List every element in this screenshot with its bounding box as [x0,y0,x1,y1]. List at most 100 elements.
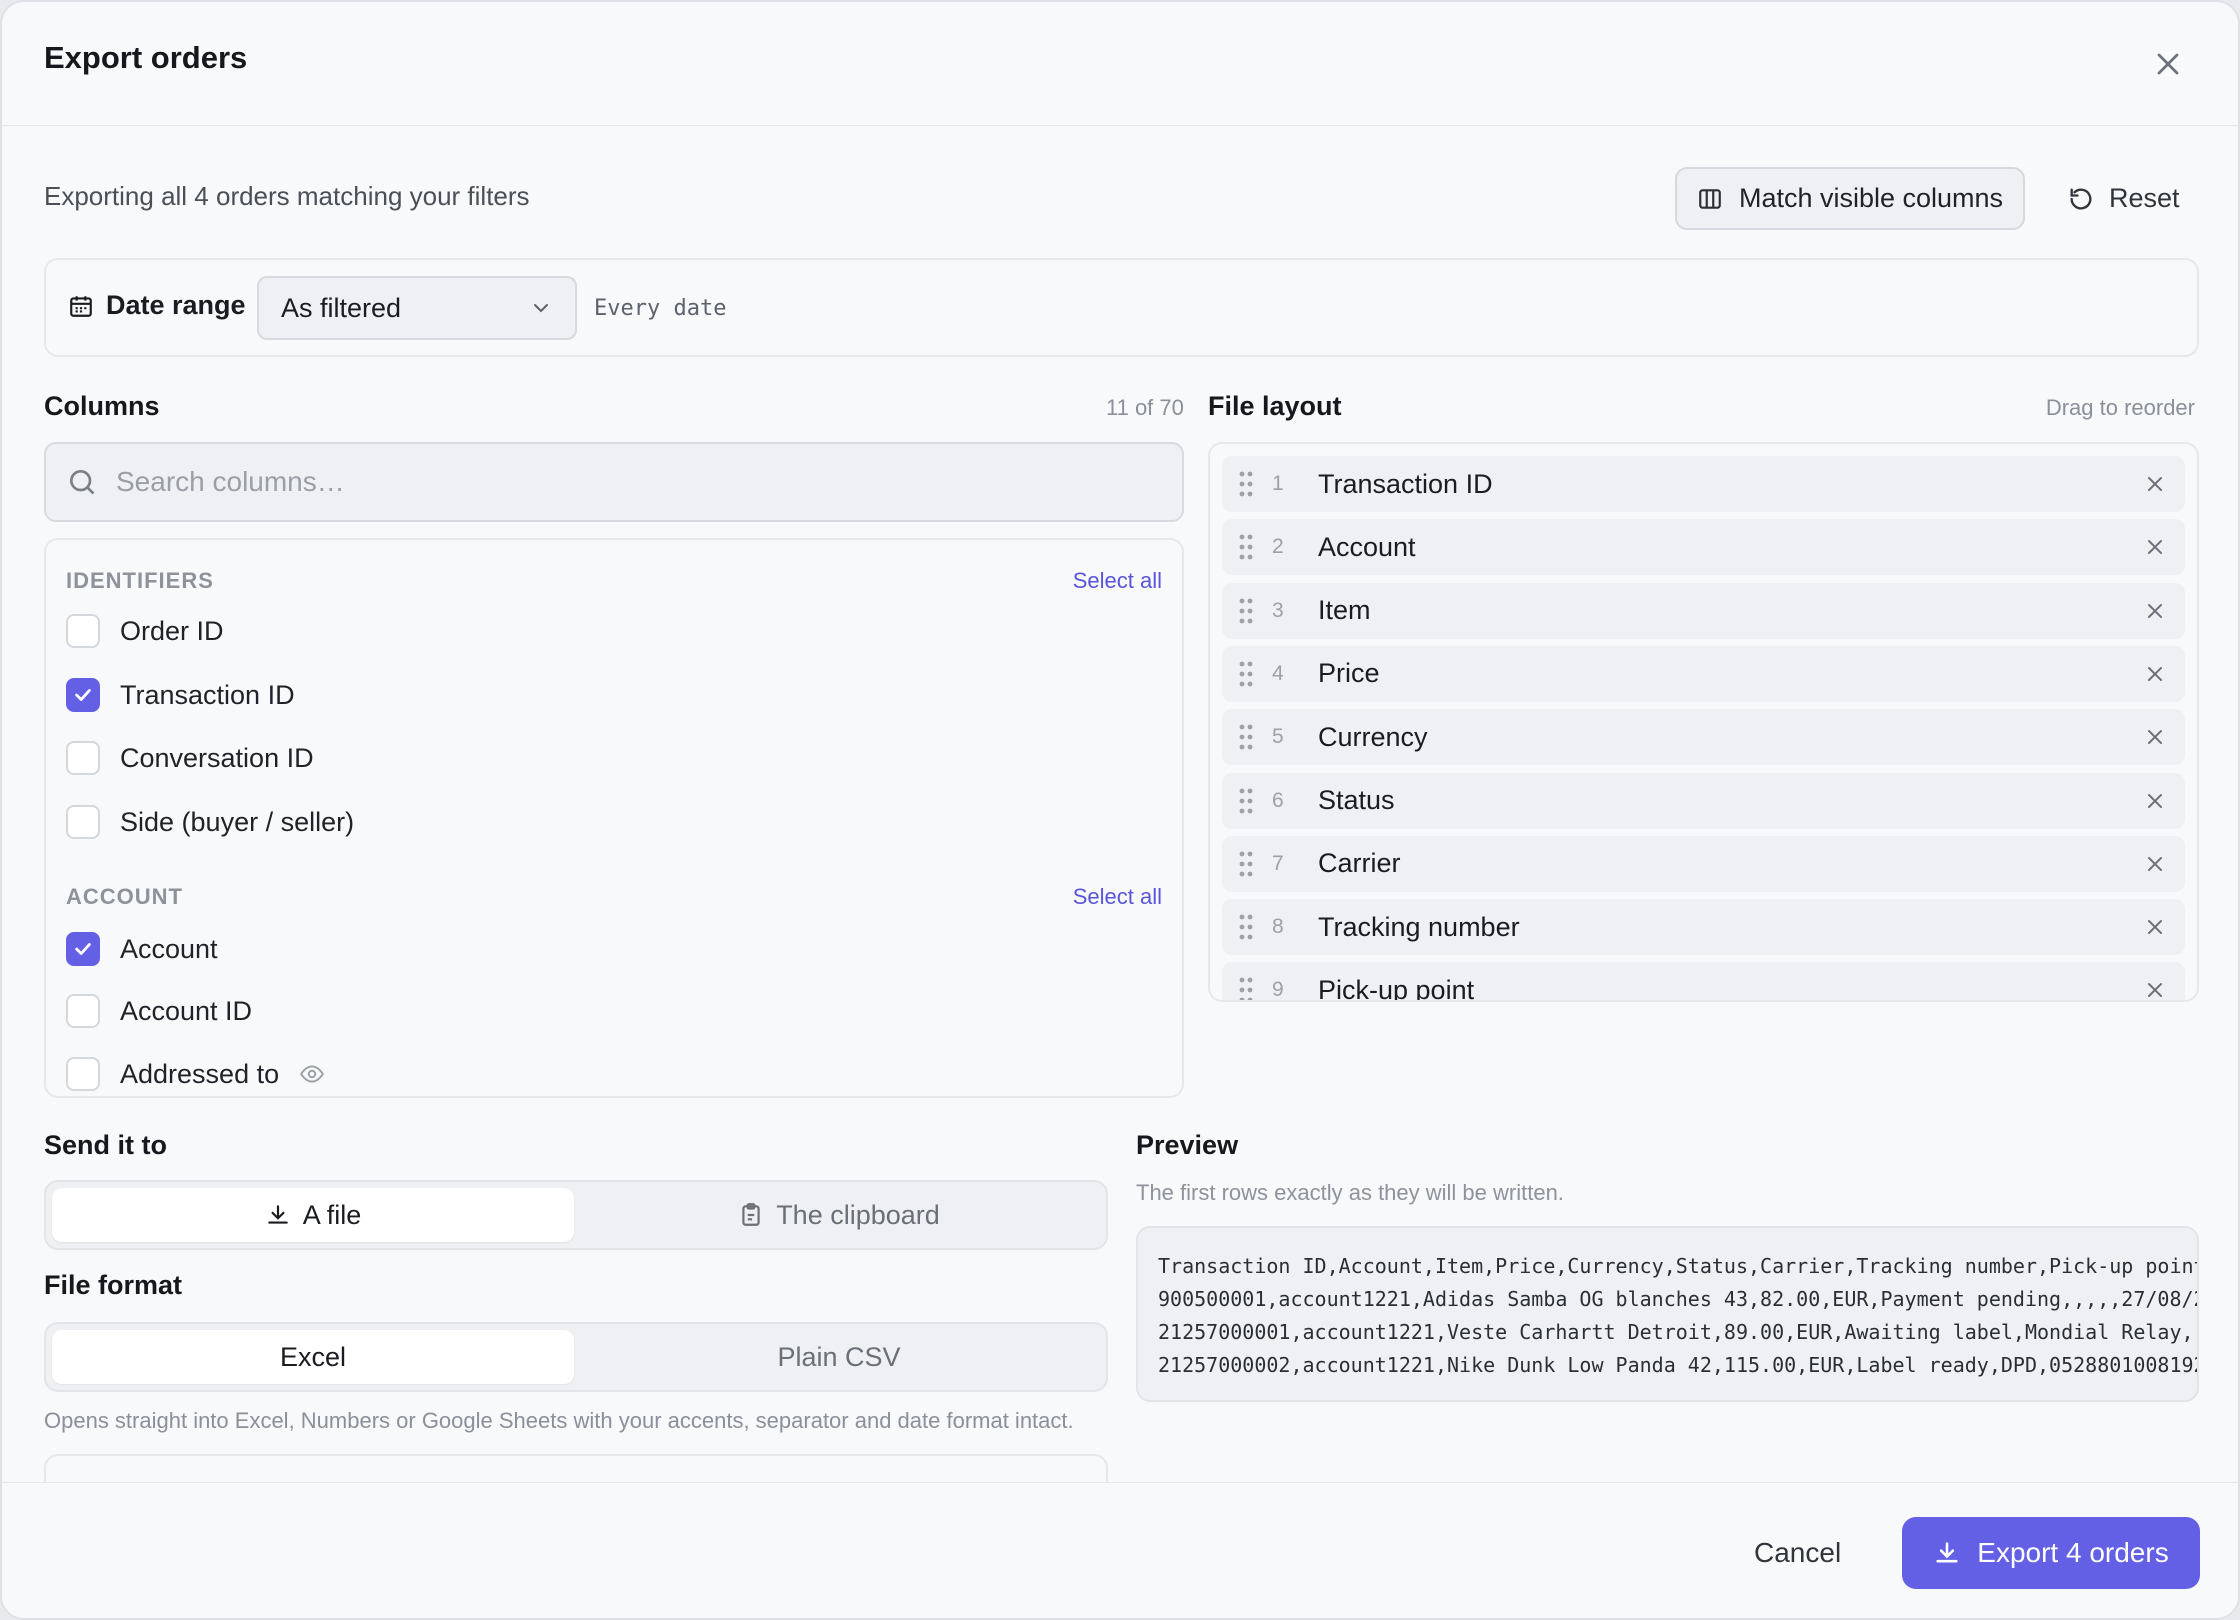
checkbox[interactable] [66,1057,100,1091]
layout-row[interactable]: 9 Pick-up point [1222,962,2185,1002]
remove-column-icon[interactable] [2143,662,2167,686]
date-range-value: As filtered [281,292,402,323]
drag-handle-icon[interactable] [1236,976,1256,1002]
date-range-label: Date range [106,290,246,320]
send-to-clipboard-label: The clipboard [776,1199,940,1230]
file-layout-title: File layout [1208,391,1342,421]
drag-handle-icon[interactable] [1236,787,1256,815]
remove-column-icon[interactable] [2143,915,2167,939]
layout-row-label: Pick-up point [1318,974,1475,1002]
preview-line: Transaction ID,Account,Item,Price,Curren… [1158,1254,2199,1278]
send-to-file-label: A file [302,1199,362,1230]
export-button[interactable]: Export 4 orders [1902,1517,2200,1589]
select-all-identifiers[interactable]: Select all [1073,568,1162,594]
preview-box: Transaction ID,Account,Item,Price,Curren… [1136,1226,2199,1402]
drag-handle-icon[interactable] [1236,533,1256,561]
layout-row[interactable]: 7 Carrier [1222,835,2185,892]
column-option[interactable]: Order ID [66,614,224,648]
checkbox-checked[interactable] [66,932,100,966]
clipboard-icon [742,1203,760,1226]
layout-row[interactable]: 8 Tracking number [1222,899,2185,956]
checkbox[interactable] [66,805,100,839]
send-to-clipboard-option[interactable]: The clipboard [578,1188,1100,1242]
column-option[interactable]: Transaction ID [66,678,295,712]
drag-handle-icon[interactable] [1236,723,1256,751]
chevron-down-icon [534,304,548,313]
format-excel-option[interactable]: Excel [52,1330,574,1384]
remove-column-icon[interactable] [2143,725,2167,749]
search-input[interactable] [116,466,1116,498]
reset-label: Reset [2109,183,2180,213]
select-all-account[interactable]: Select all [1073,884,1162,910]
layout-row[interactable]: 5 Currency [1222,709,2185,766]
layout-row-label: Carrier [1318,848,1401,879]
date-range-label-group: Date range [68,290,246,321]
dialog-title: Export orders [44,40,248,75]
column-option[interactable]: Account [66,932,218,966]
columns-icon [1699,188,1721,209]
column-option-label: Side (buyer / seller) [120,806,355,837]
check-icon [75,943,91,955]
columns-count: 11 of 70 [1106,395,1184,420]
column-option-label: Order ID [120,615,224,646]
remove-column-icon[interactable] [2143,472,2167,496]
drag-handle-icon[interactable] [1236,913,1256,941]
calendar-icon [70,295,92,317]
export-dialog: Export orders Exporting all 4 orders mat… [0,0,2240,1620]
checkbox-checked[interactable] [66,678,100,712]
layout-row-number: 8 [1272,915,1284,939]
layout-row[interactable]: 1 Transaction ID [1222,456,2185,512]
group-header-identifiers: IDENTIFIERS [66,568,214,593]
eye-icon [300,1065,325,1083]
cancel-button[interactable]: Cancel [1754,1537,1841,1569]
column-option[interactable]: Conversation ID [66,741,314,775]
layout-row[interactable]: 2 Account [1222,519,2185,576]
layout-row[interactable]: 4 Price [1222,645,2185,702]
layout-row-label: Status [1318,785,1395,815]
column-option[interactable]: Side (buyer / seller) [66,805,354,839]
preview-line: 21257000001,account1221,Veste Carhartt D… [1158,1320,2199,1344]
layout-row-label: Account [1318,531,1416,562]
date-range-hint: Every date [594,296,727,321]
send-to-title: Send it to [44,1130,167,1160]
column-option[interactable]: Addressed to [66,1057,325,1091]
layout-row-number: 5 [1272,725,1284,749]
drag-handle-icon[interactable] [1236,660,1256,688]
checkbox[interactable] [66,994,100,1028]
export-summary: Exporting all 4 orders matching your fil… [44,181,530,211]
layout-row-label: Transaction ID [1318,468,1493,499]
file-layout-hint: Drag to reorder [2045,395,2195,420]
download-icon [267,1205,288,1224]
columns-title: Columns [44,391,160,421]
preview-line: 900500001,account1221,Adidas Samba OG bl… [1158,1287,2199,1311]
search-icon [70,470,94,494]
drag-handle-icon[interactable] [1236,470,1256,498]
column-search[interactable] [44,442,1184,522]
drag-handle-icon[interactable] [1236,597,1256,625]
format-csv-option[interactable]: Plain CSV [578,1330,1100,1384]
remove-column-icon[interactable] [2143,535,2167,559]
check-icon [75,689,91,701]
export-button-label: Export 4 orders [1977,1537,2169,1568]
checkbox[interactable] [66,614,100,648]
close-button[interactable] [2150,46,2186,82]
reset-button[interactable]: Reset [2057,167,2190,230]
match-visible-columns-label: Match visible columns [1738,183,2004,213]
drag-handle-icon[interactable] [1236,850,1256,878]
column-list[interactable]: IDENTIFIERS Select all Order ID Transact… [44,538,1184,1098]
remove-column-icon[interactable] [2143,599,2167,623]
remove-column-icon[interactable] [2143,789,2167,813]
reset-icon [2070,188,2092,210]
remove-column-icon[interactable] [2143,978,2167,1002]
layout-row[interactable]: 6 Status [1222,772,2185,829]
column-option[interactable]: Account ID [66,994,252,1028]
match-visible-columns-button[interactable]: Match visible columns [1675,167,2025,230]
layout-row-number: 2 [1272,535,1284,559]
date-range-select[interactable]: As filtered [257,276,577,340]
send-to-file-option[interactable]: A file [52,1188,574,1242]
layout-row-label: Price [1318,658,1380,689]
checkbox[interactable] [66,741,100,775]
remove-column-icon[interactable] [2143,852,2167,876]
preview-title: Preview [1136,1130,1239,1160]
layout-row[interactable]: 3 Item [1222,582,2185,639]
